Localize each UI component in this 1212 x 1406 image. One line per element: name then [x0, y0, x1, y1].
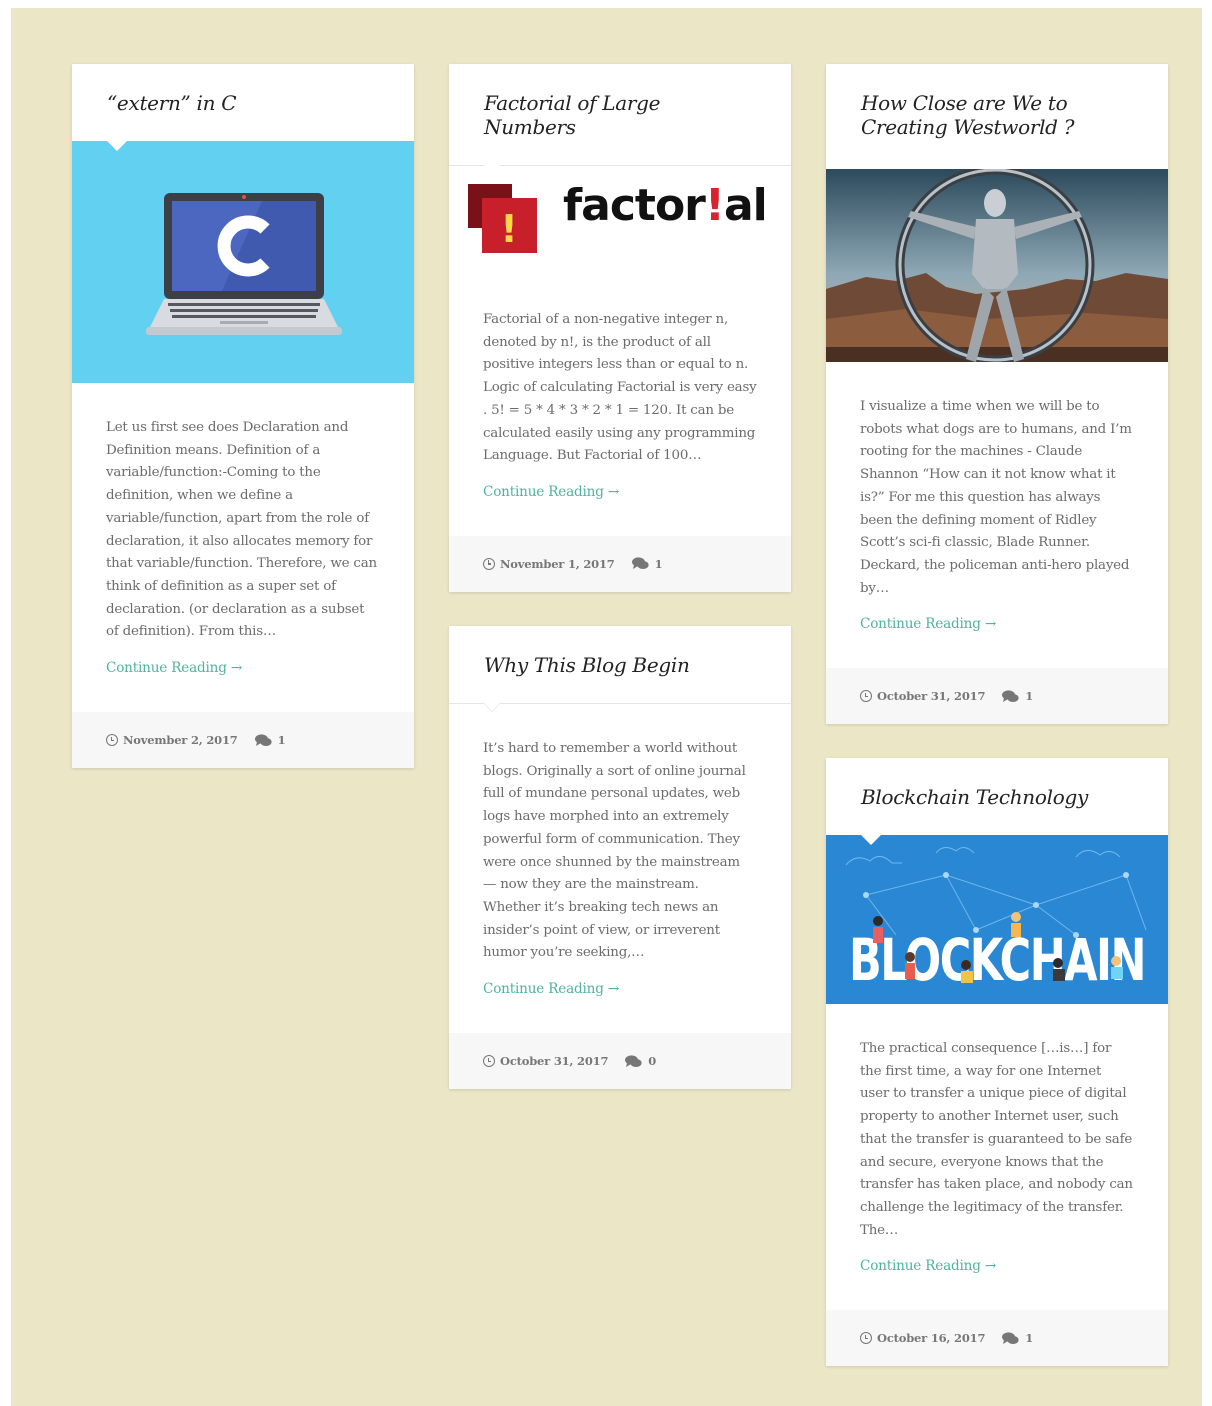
comment-count-text: 0	[648, 1054, 657, 1069]
laptop-c-icon	[146, 193, 342, 335]
continue-reading-link[interactable]: Continue Reading →	[860, 1258, 996, 1274]
post-image-laptop-c[interactable]	[72, 141, 414, 383]
westworld-robot-icon	[826, 169, 1168, 362]
factorial-wordmark: factor!al	[563, 180, 768, 231]
post-excerpt: Let us first see does Declaration and De…	[106, 420, 377, 640]
post-image-blockchain[interactable]: BLOCKCHAIN	[826, 835, 1168, 1004]
post-meta: November 1, 2017 1	[449, 535, 791, 592]
post-date-text: November 1, 2017	[500, 556, 615, 571]
comment-count[interactable]: 1	[1002, 689, 1033, 703]
comment-count[interactable]: 1	[254, 733, 286, 748]
post-date-text: October 16, 2017	[877, 1331, 986, 1346]
blockchain-network-icon: BLOCKCHAIN	[845, 847, 1147, 994]
card-header: Why This Blog Begin	[449, 626, 791, 712]
continue-reading-link[interactable]: Continue Reading →	[106, 660, 242, 676]
card-body: Let us first see does Declaration and De…	[72, 383, 414, 712]
post-card-why-blog: Why This Blog Begin It’s hard to remembe…	[449, 626, 791, 1090]
post-card-extern: “extern” in C Let us first see does Decl…	[72, 64, 414, 769]
post-card-factorial: Factorial of Large Numbers ! factor!al F…	[449, 64, 791, 592]
post-card-westworld: How Close are We to Creating Westworld ?…	[826, 64, 1168, 725]
continue-reading-link[interactable]: Continue Reading →	[483, 484, 619, 500]
clock-icon	[860, 690, 872, 703]
post-date-text: October 31, 2017	[500, 1054, 609, 1069]
post-date[interactable]: November 1, 2017	[483, 557, 615, 571]
comments-icon	[625, 1054, 642, 1067]
post-date[interactable]: October 31, 2017	[860, 689, 985, 703]
post-title[interactable]: How Close are We to Creating Westworld ?	[826, 64, 1168, 169]
post-date[interactable]: October 16, 2017	[860, 1331, 985, 1345]
post-meta: October 31, 2017 0	[449, 1033, 791, 1090]
card-body: It’s hard to remember a world without bl…	[449, 704, 791, 1033]
comment-count-text: 1	[654, 556, 663, 571]
post-date[interactable]: October 31, 2017	[483, 1054, 608, 1068]
post-excerpt: The practical consequence […is…] for the…	[860, 1041, 1133, 1238]
clock-icon	[106, 734, 118, 747]
comments-icon	[631, 557, 649, 570]
card-body: Factorial of a non-negative integer n, d…	[449, 258, 791, 536]
continue-reading-link[interactable]: Continue Reading →	[860, 616, 996, 632]
card-header: “extern” in C	[72, 64, 414, 141]
wordmark-bang: !	[704, 180, 725, 231]
clock-icon	[483, 557, 495, 570]
post-excerpt: Factorial of a non-negative integer n, d…	[483, 312, 757, 464]
comment-count[interactable]: 1	[631, 556, 663, 571]
comments-icon	[254, 733, 272, 746]
factorial-logo-image[interactable]: ! factor!al	[449, 166, 791, 258]
wordmark-part-2: al	[723, 180, 768, 231]
notch-icon	[861, 835, 881, 845]
card-header: How Close are We to Creating Westworld ?	[826, 64, 1168, 169]
comment-count-text: 1	[277, 733, 286, 748]
comments-icon	[1002, 690, 1019, 702]
post-title[interactable]: Factorial of Large Numbers	[449, 64, 791, 165]
wordmark-part-1: factor	[563, 180, 706, 231]
post-image-westworld[interactable]	[826, 169, 1168, 362]
post-title[interactable]: Blockchain Technology	[826, 758, 1168, 835]
post-excerpt: I visualize a time when we will be to ro…	[860, 399, 1132, 596]
post-date-text: November 2, 2017	[123, 733, 238, 748]
post-meta: October 31, 2017 1	[826, 668, 1168, 725]
logo-mark: !	[500, 207, 517, 251]
card-header: Blockchain Technology	[826, 758, 1168, 835]
comment-count-text: 1	[1025, 1331, 1034, 1346]
card-header: Factorial of Large Numbers	[449, 64, 791, 174]
post-meta: October 16, 2017 1	[826, 1310, 1168, 1367]
post-title[interactable]: Why This Blog Begin	[449, 626, 791, 703]
card-body: I visualize a time when we will be to ro…	[826, 362, 1168, 668]
post-date[interactable]: November 2, 2017	[106, 733, 238, 747]
clock-icon	[860, 1332, 872, 1345]
post-card-blockchain: Blockchain Technology BLOCKCHAIN The pra…	[826, 758, 1168, 1367]
post-meta: November 2, 2017 1	[72, 712, 414, 769]
post-title[interactable]: “extern” in C	[72, 64, 414, 141]
comment-count[interactable]: 0	[625, 1054, 656, 1068]
blockchain-banner-text: BLOCKCHAIN	[849, 926, 1145, 994]
notch-inner	[484, 165, 500, 173]
post-date-text: October 31, 2017	[877, 689, 986, 704]
continue-reading-link[interactable]: Continue Reading →	[483, 981, 619, 997]
factorial-mark-icon: !	[468, 184, 537, 253]
comments-icon	[1002, 1332, 1019, 1344]
post-excerpt: It’s hard to remember a world without bl…	[483, 741, 746, 961]
comment-count-text: 1	[1025, 689, 1034, 704]
notch-inner	[484, 703, 500, 711]
card-body: The practical consequence […is…] for the…	[826, 1004, 1168, 1310]
comment-count[interactable]: 1	[1002, 1331, 1033, 1345]
clock-icon	[483, 1055, 495, 1068]
